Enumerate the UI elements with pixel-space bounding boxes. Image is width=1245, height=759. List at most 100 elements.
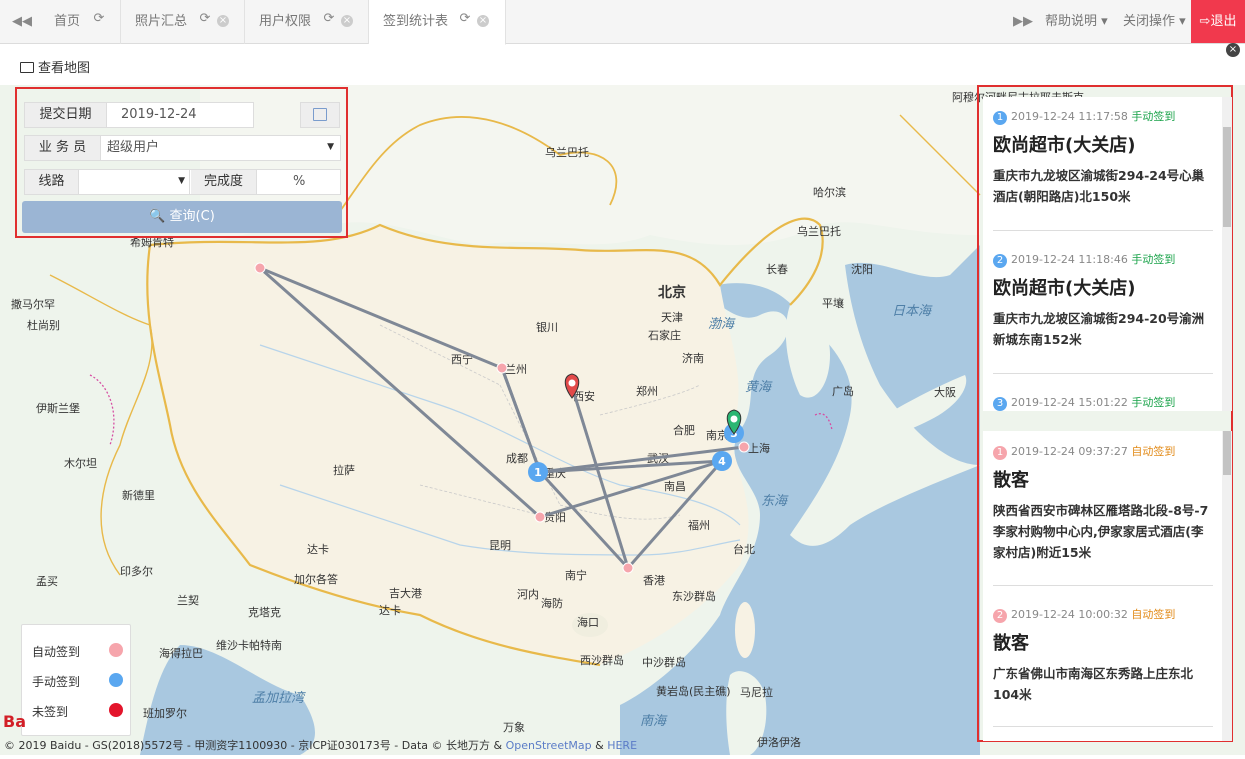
tabs-scroll-right-icon[interactable]: ▶▶	[1013, 14, 1033, 29]
date-label: 提交日期	[25, 103, 107, 127]
chevron-down-icon: ▼	[327, 142, 334, 152]
manual-checkin-marker[interactable]: 4	[712, 451, 732, 471]
tab-photos[interactable]: 照片汇总 ⟳ ×	[121, 0, 245, 44]
refresh-icon[interactable]: ⟳	[459, 12, 471, 25]
checkin-type: 手动签到	[1131, 396, 1176, 409]
customer-name: 散客	[993, 633, 1029, 654]
calendar-icon	[313, 108, 327, 121]
map-pin-dot	[730, 415, 738, 423]
list-item[interactable]: 1 2019-12-24 09:37:27 自动签到 散客 陕西省西安市碑林区雁塔…	[993, 444, 1213, 563]
auto-checkin-marker[interactable]	[738, 441, 750, 453]
checkin-type: 自动签到	[1131, 445, 1176, 458]
close-icon[interactable]: ×	[341, 15, 353, 27]
search-icon: 🔍	[149, 209, 166, 224]
list-item[interactable]: 1 2019-12-24 11:17:58 手动签到 欧尚超市(大关店) 重庆市九…	[993, 109, 1213, 207]
staff-label: 业 务 员	[25, 136, 101, 160]
tab-home[interactable]: 首页 ⟳	[40, 0, 121, 44]
tab-photos-label: 照片汇总	[135, 14, 188, 29]
copyright-text: © 2019 Baidu - GS(2018)5572号 - 甲测资字11009…	[4, 739, 503, 752]
legend-unsigned-dot	[109, 703, 123, 717]
map-pin-dot	[568, 379, 576, 387]
checkin-type: 手动签到	[1131, 110, 1176, 123]
checkin-time: 2019-12-24 10:00:32	[1011, 608, 1128, 621]
route-line	[258, 266, 504, 370]
map-legend: 自动签到 手动签到 未签到	[21, 624, 131, 736]
store-name: 欧尚超市(大关店)	[993, 135, 1136, 156]
map-copyright: © 2019 Baidu - GS(2018)5572号 - 甲测资字11009…	[4, 737, 637, 753]
tab-permissions[interactable]: 用户权限 ⟳ ×	[245, 0, 369, 44]
scrollbar-thumb[interactable]	[1223, 431, 1231, 475]
refresh-icon[interactable]: ⟳	[199, 12, 211, 25]
index-badge: 1	[993, 111, 1007, 125]
close-icon[interactable]: ×	[217, 15, 229, 27]
scrollbar-thumb[interactable]	[1223, 127, 1231, 227]
customer-address: 陕西省西安市碑林区雁塔路北段-8号-7李家村购物中心内,伊家家居式酒店(李家村店…	[993, 503, 1209, 560]
divider	[993, 230, 1213, 231]
close-icon[interactable]: ×	[1226, 43, 1240, 57]
logout-button[interactable]: ⇨退出	[1191, 0, 1245, 43]
checkin-type: 手动签到	[1131, 253, 1176, 266]
date-value[interactable]: 2019-12-24	[121, 103, 197, 127]
scrollbar[interactable]	[1222, 431, 1232, 741]
map-section-title: 查看地图	[20, 57, 90, 76]
divider	[993, 585, 1213, 586]
tab-checkin-stats[interactable]: 签到统计表 ⟳ ×	[369, 0, 506, 45]
staff-value: 超级用户	[107, 140, 160, 155]
here-link[interactable]: HERE	[607, 739, 637, 752]
legend-manual-label: 手动签到	[32, 675, 81, 689]
refresh-icon[interactable]: ⟳	[323, 12, 335, 25]
list-item[interactable]: 2 2019-12-24 11:18:46 手动签到 欧尚超市(大关店) 重庆市九…	[993, 252, 1213, 350]
index-badge: 3	[993, 397, 1007, 411]
auto-checkin-marker[interactable]	[496, 362, 508, 374]
checkin-time: 2019-12-24 09:37:27	[1011, 445, 1128, 458]
osm-link[interactable]: OpenStreetMap	[506, 739, 592, 752]
legend-auto-dot	[109, 643, 123, 657]
divider	[993, 373, 1213, 374]
query-form: 提交日期 2019-12-24 业 务 员 超级用户 ▼ 线路 ▼ 完成度 % …	[15, 87, 348, 238]
list-item[interactable]: 3 2019-12-24 15:01:22 手动签到	[993, 395, 1213, 411]
tabs-scroll-left-icon[interactable]: ◀◀	[12, 14, 32, 30]
tab-bar: ◀◀ 首页 ⟳ 照片汇总 ⟳ × 用户权限 ⟳ × 签到统计表 ⟳ × ▶▶ 帮…	[0, 0, 1245, 45]
close-icon[interactable]: ×	[477, 15, 489, 27]
auto-checkin-list[interactable]: 1 2019-12-24 09:37:27 自动签到 散客 陕西省西安市碑林区雁塔…	[983, 431, 1222, 741]
tab-checkin-stats-label: 签到统计表	[383, 14, 449, 29]
customer-address: 广东省佛山市南海区东秀路上庄东北104米	[993, 666, 1194, 702]
staff-select[interactable]: 业 务 员 超级用户 ▼	[24, 135, 341, 161]
route-line	[571, 388, 630, 570]
date-field[interactable]: 提交日期 2019-12-24	[24, 102, 254, 128]
legend-manual-dot	[109, 673, 123, 687]
refresh-icon[interactable]: ⟳	[93, 12, 105, 25]
baidu-logo: Ba	[3, 712, 26, 731]
logout-label: 退出	[1210, 14, 1237, 29]
auto-checkin-marker[interactable]	[254, 262, 266, 274]
completion-unit: %	[293, 174, 306, 189]
calendar-button[interactable]	[300, 102, 340, 128]
svg-text:1: 1	[534, 466, 542, 479]
copyright-amp: &	[595, 739, 604, 752]
help-menu-label: 帮助说明	[1045, 14, 1098, 29]
manual-checkin-list[interactable]: 1 2019-12-24 11:17:58 手动签到 欧尚超市(大关店) 重庆市九…	[983, 97, 1222, 411]
auto-checkin-marker[interactable]	[534, 511, 546, 523]
help-menu[interactable]: 帮助说明 ▾	[1045, 0, 1108, 44]
manual-checkin-marker[interactable]: 1	[528, 462, 548, 482]
chevron-down-icon: ▼	[178, 176, 185, 186]
route-label: 线路	[25, 170, 79, 194]
map-title-text: 查看地图	[38, 61, 91, 76]
route-select[interactable]: ▼	[80, 170, 190, 194]
index-badge: 2	[993, 254, 1007, 268]
route-line	[538, 470, 630, 570]
list-item[interactable]: 2 2019-12-24 10:00:32 自动签到 散客 广东省佛山市南海区东秀…	[993, 607, 1213, 705]
store-address: 重庆市九龙坡区渝城街294-24号心巢酒店(朝阳路店)北150米	[993, 168, 1205, 204]
svg-text:4: 4	[718, 455, 726, 468]
route-line	[258, 266, 542, 519]
customer-name: 散客	[993, 470, 1029, 491]
scrollbar[interactable]	[1222, 97, 1232, 411]
auto-checkin-marker[interactable]	[622, 562, 634, 574]
tab-permissions-label: 用户权限	[259, 14, 312, 29]
query-label: 查询(C)	[169, 209, 215, 224]
checkin-panel: 1 2019-12-24 11:17:58 手动签到 欧尚超市(大关店) 重庆市九…	[977, 85, 1233, 742]
logout-icon: ⇨	[1199, 14, 1211, 29]
query-button[interactable]: 🔍 查询(C)	[22, 201, 342, 233]
checkin-type: 自动签到	[1131, 608, 1176, 621]
close-ops-menu[interactable]: 关闭操作 ▾	[1123, 0, 1186, 44]
